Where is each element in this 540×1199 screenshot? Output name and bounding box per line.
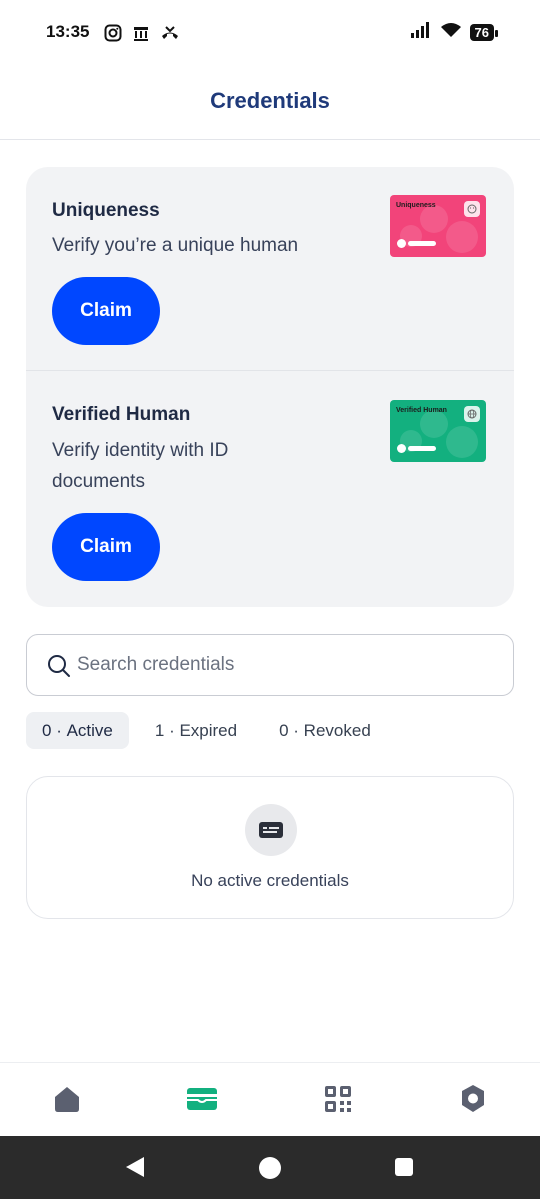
card-preview-label: Uniqueness (396, 202, 436, 209)
uniqueness-card-preview: Uniqueness (390, 195, 486, 257)
system-nav-bar (0, 1136, 540, 1199)
claim-description: Verify you’re a unique human (52, 235, 299, 256)
tab-revoked[interactable]: 0 · Revoked (263, 712, 387, 749)
recents-icon[interactable] (394, 1156, 414, 1183)
call-missed-icon (160, 24, 180, 47)
battery-icon: 76 (469, 24, 499, 41)
claim-card-uniqueness: Uniqueness Verify you’re a unique human … (26, 167, 514, 371)
status-time: 13:35 (46, 22, 90, 41)
home-icon[interactable] (51, 1083, 83, 1115)
wifi-icon (440, 22, 462, 43)
settings-icon[interactable] (457, 1083, 489, 1115)
status-bar: 13:35 76 (0, 0, 540, 64)
bottom-nav (0, 1062, 540, 1136)
app-header: Credentials (0, 64, 540, 140)
claim-panel: Uniqueness Verify you’re a unique human … (26, 167, 514, 607)
tab-active[interactable]: 0 · Active (26, 712, 129, 749)
claim-description: Verify identity with ID documents (52, 440, 229, 492)
status-tabs: 0 · Active 1 · Expired 0 · Revoked (26, 712, 387, 749)
search-input[interactable] (77, 635, 497, 694)
claim-button-uniqueness[interactable]: Claim (52, 277, 160, 345)
claim-button-verified-human[interactable]: Claim (52, 513, 160, 581)
empty-state: No active credentials (26, 776, 514, 919)
globe-icon (464, 406, 480, 422)
wallet-icon[interactable] (186, 1083, 218, 1115)
claim-title: Uniqueness (52, 200, 160, 221)
instagram-icon (104, 24, 122, 47)
page-title: Credentials (210, 88, 330, 113)
back-icon[interactable] (124, 1156, 146, 1183)
building-icon (132, 24, 150, 47)
credential-card-icon (245, 804, 297, 856)
face-icon (464, 201, 480, 217)
verified-human-card-preview: Verified Human (390, 400, 486, 462)
search-icon (47, 654, 71, 683)
signal-icon (410, 22, 432, 43)
qr-scan-icon[interactable] (322, 1083, 354, 1115)
claim-title: Verified Human (52, 404, 191, 425)
card-preview-label: Verified Human (396, 407, 447, 414)
claim-card-verified-human: Verified Human Verify identity with ID d… (26, 372, 514, 607)
empty-state-text: No active credentials (191, 871, 349, 890)
home-button-icon[interactable] (258, 1156, 282, 1185)
search-box (26, 634, 514, 696)
tab-expired[interactable]: 1 · Expired (139, 712, 253, 749)
